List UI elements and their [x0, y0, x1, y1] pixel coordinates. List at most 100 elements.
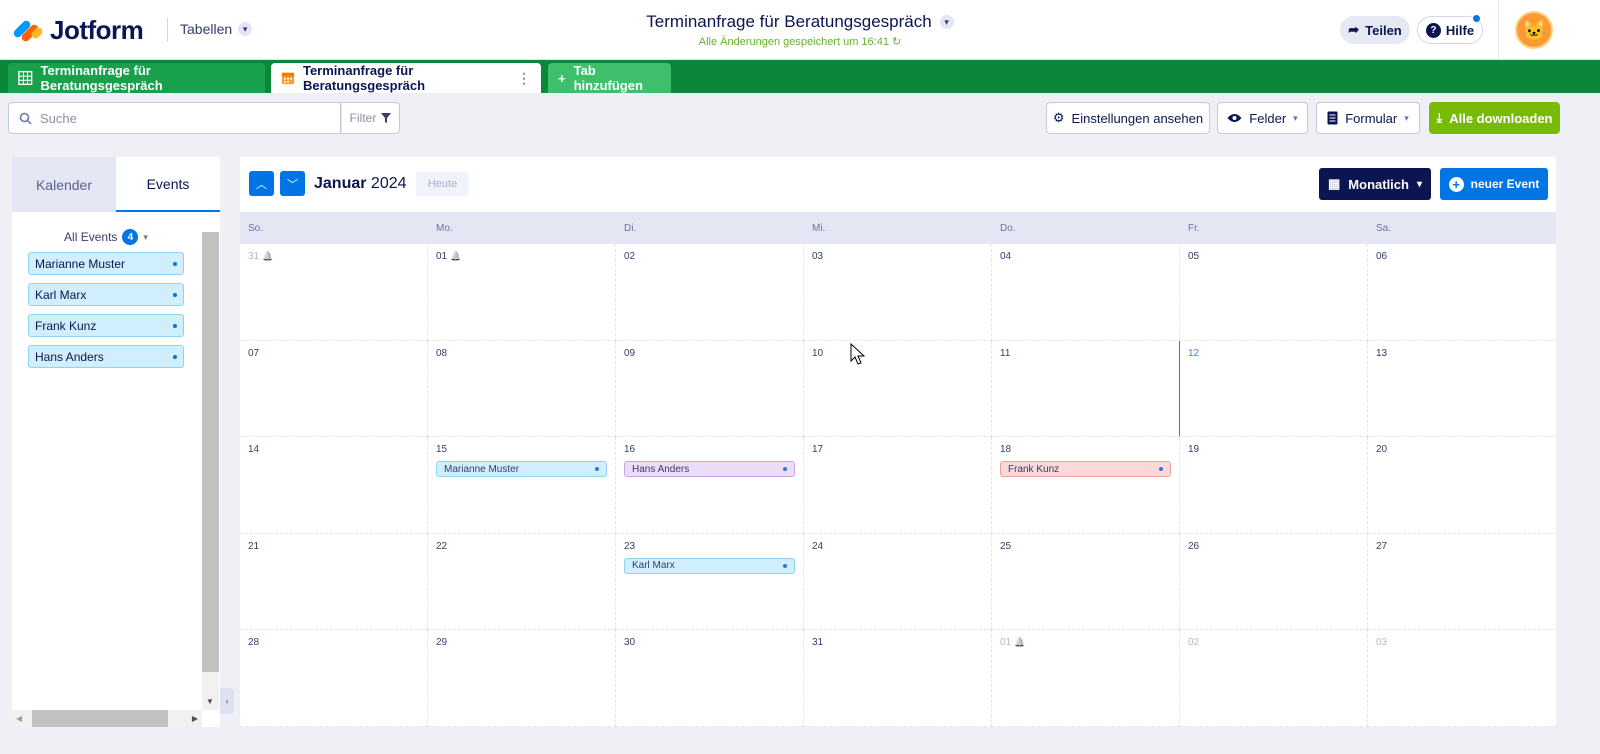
- event-dot: [173, 261, 177, 266]
- horizontal-scrollbar[interactable]: ◀ ▶: [12, 710, 202, 727]
- help-button[interactable]: ? Hilfe: [1417, 15, 1483, 44]
- scrollbar-thumb[interactable]: [32, 710, 168, 727]
- day-cell[interactable]: 11: [992, 340, 1180, 438]
- more-options-icon[interactable]: ⋮: [517, 70, 531, 87]
- tab-table-view[interactable]: Terminanfrage für Beratungsgespräch: [8, 63, 265, 93]
- calendar-event[interactable]: Hans Anders: [624, 461, 795, 478]
- event-list-item[interactable]: Marianne Muster: [28, 252, 184, 275]
- share-button[interactable]: ➦ Teilen: [1340, 16, 1410, 44]
- today-button[interactable]: Heute: [416, 172, 469, 196]
- day-number-label: 04: [1000, 251, 1012, 262]
- day-cell[interactable]: 29: [428, 630, 616, 727]
- calendar-event[interactable]: Karl Marx: [624, 557, 795, 574]
- day-number: 30: [624, 637, 803, 648]
- calendar-event[interactable]: Frank Kunz: [1000, 461, 1171, 478]
- calendar-panel: ︿ ﹀ Januar 20 24 Heute ▦ Monatlich ▾ + ne…: [240, 157, 1556, 727]
- day-cell[interactable]: 15 Marianne Muster: [428, 437, 616, 534]
- day-cell[interactable]: 22: [428, 533, 616, 631]
- day-cell[interactable]: 24: [804, 533, 992, 631]
- day-cell[interactable]: 19: [1180, 437, 1368, 534]
- help-label: Hilfe: [1445, 22, 1475, 38]
- filter-button[interactable]: Filter: [341, 102, 400, 134]
- next-month-button[interactable]: ﹀: [280, 171, 305, 196]
- event-count-badge: 4: [122, 229, 139, 245]
- day-cell[interactable]: 28: [240, 630, 428, 727]
- new-event-button[interactable]: + neuer Event: [1440, 168, 1548, 200]
- event-list-item[interactable]: Hans Anders: [28, 345, 184, 368]
- previous-month-button[interactable]: ︿: [249, 171, 274, 196]
- day-cell[interactable]: 06: [1368, 244, 1556, 341]
- day-cell[interactable]: 16 Hans Anders: [616, 437, 804, 534]
- collapse-sidebar-button[interactable]: ‹: [220, 688, 234, 714]
- day-cell[interactable]: 04: [992, 244, 1180, 341]
- day-cell[interactable]: 03: [804, 244, 992, 341]
- day-cell[interactable]: 05: [1180, 244, 1368, 341]
- download-all-button[interactable]: ⤓ Alle downloaden: [1429, 102, 1560, 134]
- eye-icon: [1227, 114, 1242, 122]
- day-number-label: 07: [248, 347, 260, 359]
- tab-calendar-view[interactable]: Terminanfrage für Beratungsgespräch ⋮: [271, 63, 541, 93]
- day-cell[interactable]: 10: [804, 340, 992, 438]
- event-name: Hans Anders: [35, 349, 104, 364]
- event-dot: [173, 323, 177, 328]
- day-cell[interactable]: 23 Karl Marx: [616, 533, 804, 631]
- weekday-label: Do.: [1000, 223, 1016, 234]
- month-grid: 31 🔔 01 🔔 02 03 04 05 06 07 08 09 10 11 12 13 14 15 Marian…: [240, 244, 1556, 727]
- day-cell[interactable]: 31: [804, 630, 992, 727]
- day-cell[interactable]: 02: [616, 244, 804, 341]
- day-cell[interactable]: 17: [804, 437, 992, 534]
- weekday-label: Di.: [624, 223, 637, 234]
- day-cell[interactable]: 14: [240, 437, 428, 534]
- day-cell[interactable]: 01 🔔: [992, 630, 1180, 727]
- day-cell[interactable]: 25: [992, 533, 1180, 631]
- day-cell[interactable]: 30: [616, 630, 804, 727]
- vertical-scrollbar[interactable]: ▼: [202, 232, 219, 710]
- day-number-label: 01: [1000, 637, 1012, 649]
- scroll-right-arrow-icon[interactable]: ▶: [192, 714, 198, 723]
- weekday-header: So. Mo. Di. Mi. Do. Fr. Sa.: [240, 212, 1556, 244]
- day-cell[interactable]: 03: [1368, 630, 1556, 727]
- chevron-left-icon: ‹: [225, 696, 229, 706]
- view-mode-dropdown[interactable]: ▦ Monatlich ▾: [1319, 168, 1431, 200]
- form-title[interactable]: Terminanfrage für Beratungsgespräch ▾: [646, 12, 954, 32]
- tab-kalender[interactable]: Kalender: [12, 157, 116, 212]
- add-tab-button[interactable]: + Tab hinzufügen: [548, 63, 671, 93]
- day-cell[interactable]: 27: [1368, 534, 1556, 631]
- day-cell[interactable]: 07: [240, 340, 428, 438]
- day-cell[interactable]: 02: [1180, 630, 1368, 727]
- scroll-down-arrow-icon[interactable]: ▼: [206, 697, 214, 706]
- avatar[interactable]: 🐱: [1515, 11, 1553, 49]
- event-list-item[interactable]: Frank Kunz: [28, 314, 184, 337]
- month-name: Januar: [314, 175, 367, 192]
- scrollbar-thumb[interactable]: [202, 232, 219, 672]
- tab-events[interactable]: Events: [116, 157, 220, 212]
- event-name: Karl Marx: [35, 287, 87, 302]
- day-cell[interactable]: 21: [240, 533, 428, 631]
- day-cell[interactable]: 08: [428, 340, 616, 438]
- day-cell[interactable]: 26: [1180, 533, 1368, 631]
- calendar-event[interactable]: Marianne Muster: [436, 461, 607, 478]
- save-status-text: Alle Änderungen gespeichert um 16:41: [698, 36, 889, 48]
- day-number-label: 02: [1188, 637, 1200, 649]
- today-label: Heute: [427, 178, 458, 190]
- all-events-filter[interactable]: All Events 4 ▾: [12, 229, 200, 245]
- event-dot: [173, 292, 177, 297]
- day-cell[interactable]: 12: [1179, 340, 1368, 438]
- day-number: 24: [812, 541, 991, 552]
- day-cell[interactable]: 20: [1368, 437, 1556, 534]
- view-settings-button[interactable]: ⚙ Einstellungen ansehen: [1046, 102, 1210, 134]
- form-button[interactable]: Formular ▾: [1316, 102, 1420, 134]
- weekday-label: Fr.: [1188, 223, 1200, 234]
- day-number-label: 23: [624, 540, 636, 552]
- scroll-left-arrow-icon[interactable]: ◀: [16, 714, 22, 723]
- day-cell[interactable]: 09: [616, 340, 804, 438]
- day-cell[interactable]: 01 🔔: [428, 244, 616, 341]
- day-number-label: 30: [624, 637, 636, 649]
- day-cell[interactable]: 18 Frank Kunz: [992, 437, 1180, 534]
- day-cell[interactable]: 31 🔔: [240, 244, 428, 341]
- day-number: 08: [436, 348, 615, 359]
- fields-button[interactable]: Felder ▾: [1217, 102, 1308, 134]
- day-cell[interactable]: 13: [1368, 341, 1556, 438]
- search-input[interactable]: [40, 110, 320, 126]
- event-list-item[interactable]: Karl Marx: [28, 283, 184, 306]
